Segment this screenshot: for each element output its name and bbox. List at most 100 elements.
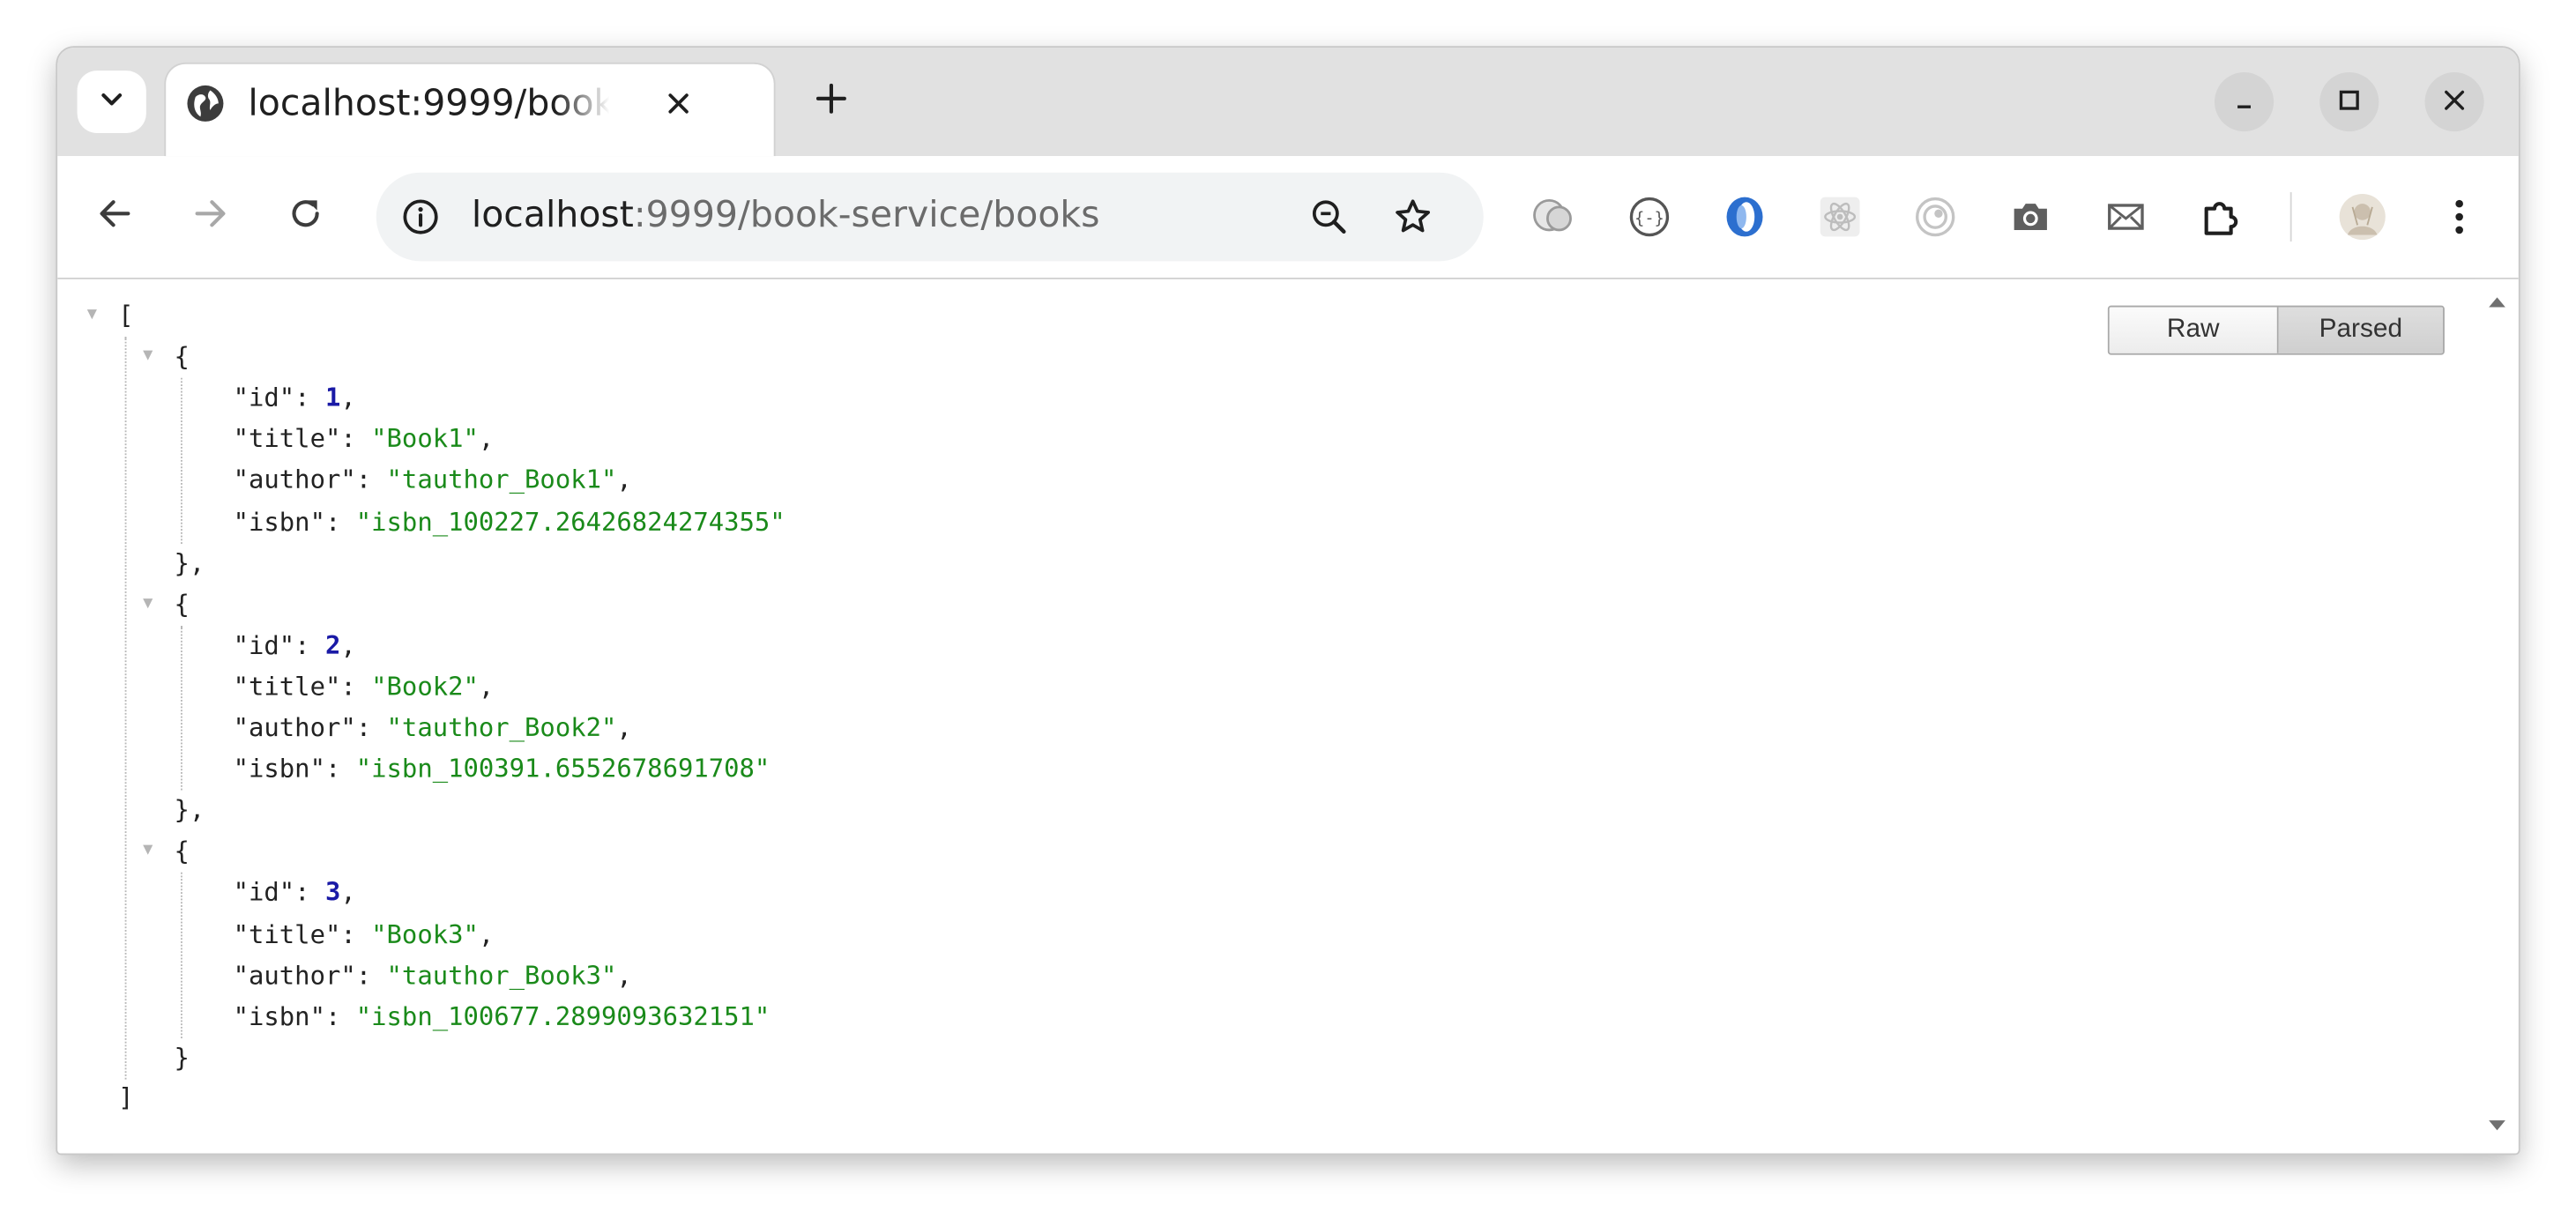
- json-separator: ,: [478, 424, 495, 454]
- close-tab-icon[interactable]: [659, 84, 698, 123]
- json-value: "Book2": [371, 672, 479, 702]
- scroll-down-icon[interactable]: [2485, 1117, 2508, 1134]
- arrow-left-icon: [97, 196, 133, 238]
- json-separator: ,: [340, 630, 356, 660]
- tab-title: localhost:9999/book-service/books: [248, 84, 609, 125]
- indent-guide: [124, 337, 127, 1080]
- collapse-toggle-icon[interactable]: ▼: [143, 832, 153, 872]
- json-field: "isbn": "isbn_100677.2899093632151": [233, 1001, 771, 1031]
- close-icon: [2443, 86, 2466, 117]
- json-separator: ,: [478, 918, 495, 949]
- collapse-toggle-icon[interactable]: ▼: [143, 337, 153, 376]
- target-extension-icon[interactable]: [1910, 192, 1960, 242]
- json-object-open: {: [174, 341, 190, 372]
- forward-button[interactable]: [186, 192, 235, 242]
- json-value: "tauthor_Book2": [386, 712, 617, 743]
- plus-icon: [813, 80, 849, 123]
- json-key: "title": [233, 918, 341, 949]
- json-value: "Book3": [371, 918, 479, 949]
- new-tab-button[interactable]: [807, 78, 856, 127]
- indent-guide: [180, 625, 182, 791]
- vertical-scrollbar[interactable]: [2475, 279, 2519, 1154]
- collapse-toggle-icon[interactable]: ▼: [87, 296, 97, 336]
- json-viewer: ▼ [ ] ▼ { "id": 1, "title": "Book1", "author…: [57, 279, 2472, 1154]
- json-separator: ,: [616, 960, 632, 991]
- json-key: "isbn": [233, 507, 325, 537]
- json-object-open: {: [174, 589, 190, 620]
- json-field: "isbn": "isbn_100227.26426824274355": [233, 507, 785, 537]
- json-value: 1: [324, 383, 341, 413]
- json-field: "author": "tauthor_Book2",: [233, 712, 632, 743]
- json-key: "isbn": [233, 1001, 325, 1031]
- indent-guide: [180, 378, 182, 544]
- json-value: "tauthor_Book3": [386, 960, 617, 991]
- tab-search-button[interactable]: [77, 71, 146, 133]
- json-value: 2: [324, 630, 341, 660]
- scroll-up-icon[interactable]: [2485, 294, 2508, 311]
- json-separator: ,: [340, 878, 356, 908]
- json-field: "title": "Book1",: [233, 424, 495, 454]
- minimize-button[interactable]: [2214, 72, 2274, 132]
- json-object-close: },: [174, 795, 205, 826]
- info-icon[interactable]: [399, 196, 442, 238]
- json-separator: ,: [478, 672, 495, 702]
- collapse-toggle-icon[interactable]: ▼: [143, 584, 153, 624]
- json-key: "author": [233, 960, 356, 991]
- address-bar[interactable]: localhost:9999/book-service/books: [376, 172, 1484, 262]
- json-field: "author": "tauthor_Book3",: [233, 960, 632, 991]
- back-button[interactable]: [90, 192, 139, 242]
- reload-icon: [287, 196, 324, 238]
- maximize-button[interactable]: [2319, 72, 2379, 132]
- json-value: 3: [324, 878, 341, 908]
- json-key: "id": [233, 383, 295, 413]
- page-content: ▼ [ ] ▼ { "id": 1, "title": "Book1", "author…: [57, 279, 2519, 1154]
- indent-guide: [180, 873, 182, 1038]
- json-key: "id": [233, 878, 295, 908]
- mail-icon[interactable]: [2101, 192, 2150, 242]
- json-field: "id": 1,: [233, 383, 356, 413]
- browser-window: localhost:9999/book-service/books: [57, 48, 2519, 1154]
- json-field: "title": "Book2",: [233, 672, 495, 702]
- json-object-close: }: [174, 1043, 190, 1073]
- json-key: "isbn": [233, 754, 325, 784]
- raw-button[interactable]: Raw: [2109, 307, 2279, 353]
- url-text[interactable]: localhost:9999/book-service/books: [472, 192, 1100, 242]
- json-extension-icon[interactable]: {-}: [1625, 192, 1674, 242]
- camera-icon[interactable]: [2006, 192, 2055, 242]
- star-icon[interactable]: [1390, 194, 1436, 240]
- browser-toolbar: localhost:9999/book-service/books {-}: [57, 156, 2519, 279]
- close-window-button[interactable]: [2424, 72, 2484, 132]
- json-key: "title": [233, 424, 341, 454]
- json-separator: ,: [616, 465, 632, 495]
- json-key: "title": [233, 672, 341, 702]
- svg-text:{-}: {-}: [1634, 209, 1664, 227]
- more-menu-icon[interactable]: [2435, 192, 2484, 242]
- json-separator: ,: [616, 712, 632, 743]
- url-path: :9999/book-service/books: [633, 195, 1100, 237]
- json-field: "id": 2,: [233, 630, 356, 660]
- json-value: "isbn_100227.26426824274355": [355, 507, 785, 537]
- json-field: "isbn": "isbn_100391.6552678691708": [233, 754, 771, 784]
- parsed-button[interactable]: Parsed: [2278, 307, 2444, 353]
- active-tab[interactable]: localhost:9999/book-service/books: [166, 63, 774, 157]
- json-field: "title": "Book3",: [233, 918, 495, 949]
- extension-icon-1[interactable]: [1530, 192, 1579, 242]
- json-field: "author": "tauthor_Book1",: [233, 465, 632, 495]
- opera-extension-icon[interactable]: [1720, 192, 1769, 242]
- json-object-close: },: [174, 547, 205, 578]
- json-field: "id": 3,: [233, 878, 356, 908]
- puzzle-icon[interactable]: [2196, 192, 2245, 242]
- view-mode-switch: Raw Parsed: [2107, 305, 2445, 355]
- arrow-right-icon: [192, 196, 228, 238]
- tab-strip: localhost:9999/book-service/books: [57, 48, 2519, 157]
- zoom-icon[interactable]: [1306, 194, 1351, 240]
- json-close-bracket: ]: [118, 1082, 134, 1112]
- json-open-bracket: [: [118, 301, 134, 331]
- reload-button[interactable]: [281, 192, 331, 242]
- json-value: "Book1": [371, 424, 479, 454]
- react-devtools-icon[interactable]: [1815, 192, 1865, 242]
- profile-avatar[interactable]: [2338, 192, 2387, 242]
- toolbar-separator: [2289, 192, 2292, 242]
- minimize-icon: [2232, 86, 2255, 117]
- json-object-open: {: [174, 836, 190, 866]
